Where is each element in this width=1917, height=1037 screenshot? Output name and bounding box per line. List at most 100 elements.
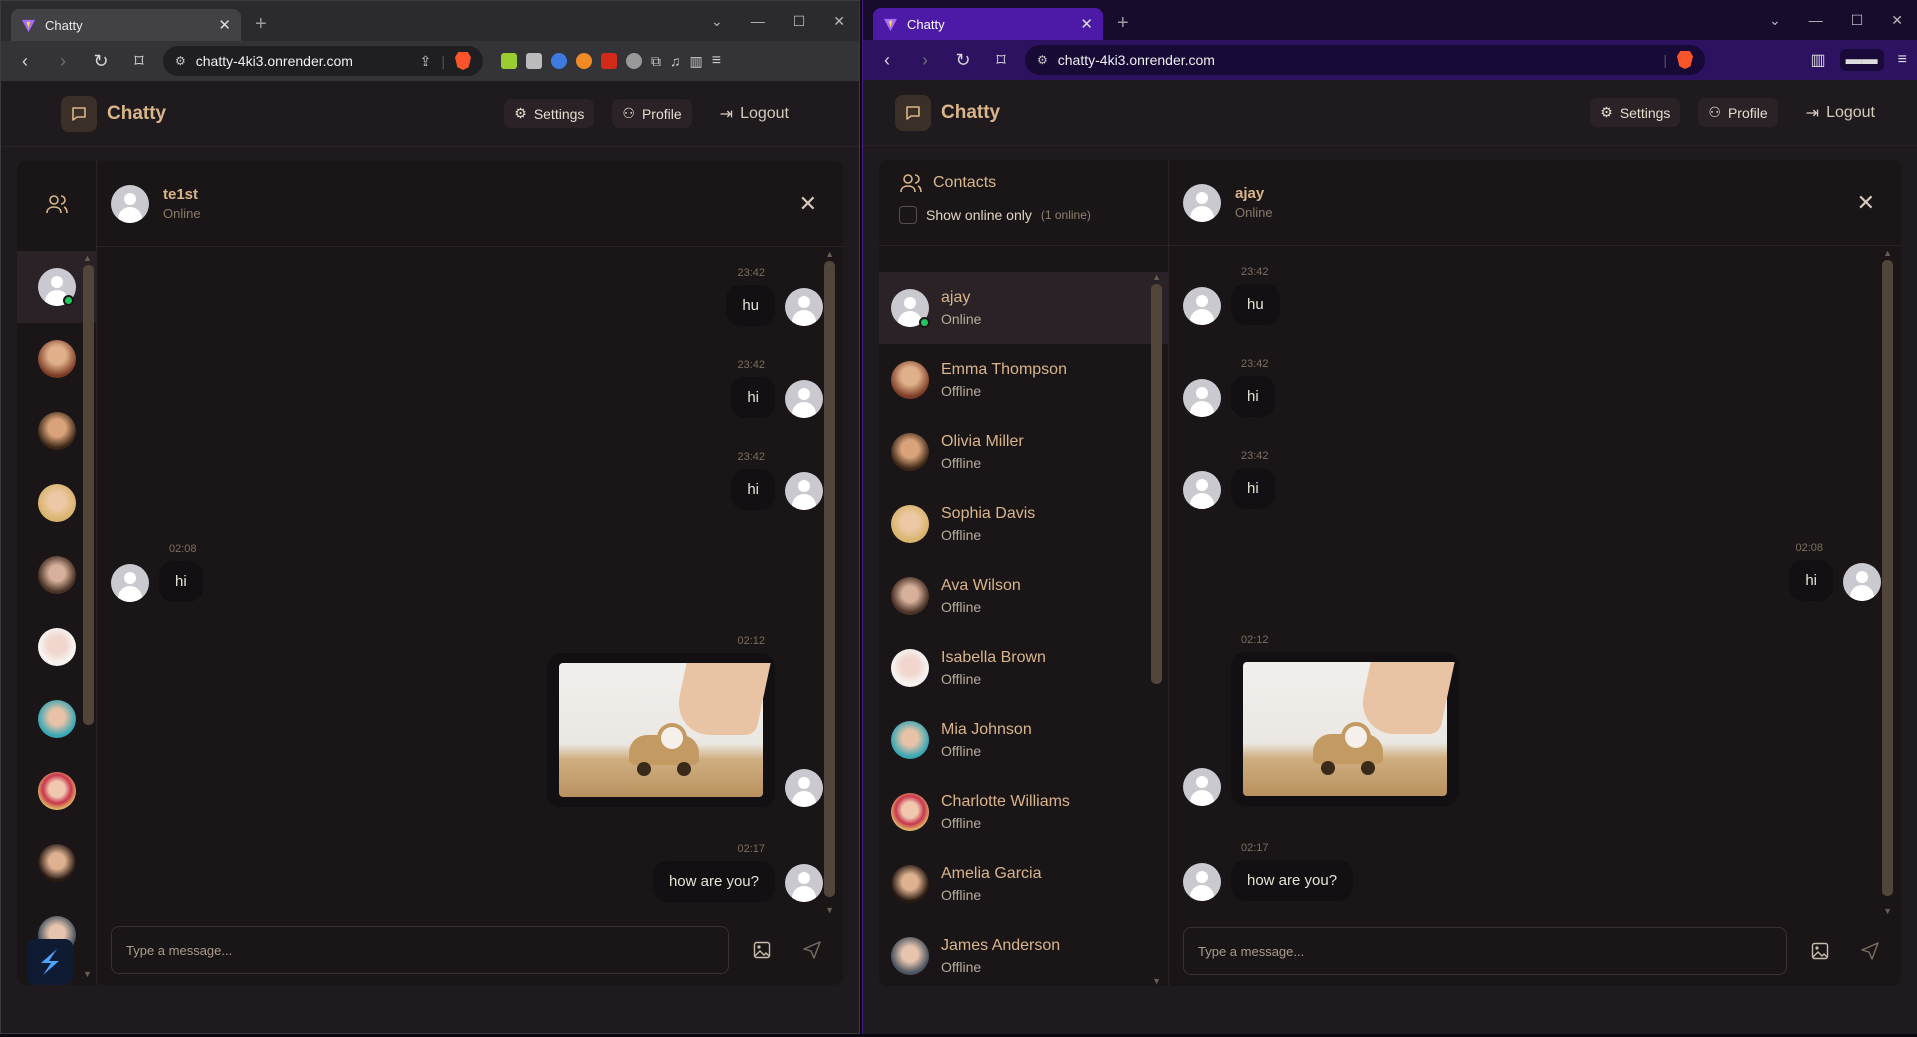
contact-status: Offline (941, 743, 982, 759)
browser-tab[interactable]: Chatty ✕ (11, 9, 241, 41)
close-tab-icon[interactable]: ✕ (218, 16, 231, 34)
site-info-icon[interactable]: ⚙ (175, 54, 186, 68)
image-upload-icon[interactable] (745, 933, 779, 967)
scroll-up-icon[interactable]: ▲ (83, 253, 92, 263)
message-composer (97, 915, 843, 985)
message-time: 02:17 (1241, 842, 1269, 854)
image-upload-icon[interactable] (1803, 934, 1837, 968)
tab-title: Chatty (45, 17, 83, 33)
forward-icon[interactable]: › (49, 47, 77, 75)
contact-item[interactable]: Amelia Garcia Offline (879, 848, 1168, 920)
message: 23:42 hi (1183, 450, 1275, 509)
chat-header: te1st Online ✕ (97, 161, 843, 247)
new-tab-icon[interactable]: + (1117, 12, 1129, 35)
message-input[interactable] (1183, 927, 1787, 975)
site-info-icon[interactable]: ⚙ (1037, 53, 1048, 67)
scrollbar[interactable] (824, 261, 835, 897)
extension-icon[interactable] (501, 53, 517, 69)
toy-car-image[interactable] (1243, 662, 1455, 796)
tab-search-icon[interactable]: ⌄ (711, 13, 723, 30)
puzzle-icon[interactable]: ⧉ (651, 53, 661, 70)
bookmark-icon[interactable]: ⌑ (987, 46, 1015, 74)
profile-button[interactable]: ⚇ Profile (1698, 98, 1778, 127)
scroll-down-icon[interactable]: ▼ (1152, 976, 1161, 986)
settings-button[interactable]: ⚙ Settings (1590, 98, 1681, 127)
contact-item[interactable]: Isabella Brown Offline (879, 632, 1168, 704)
back-icon[interactable]: ‹ (873, 46, 901, 74)
online-only-checkbox[interactable] (899, 206, 917, 224)
extension-icon[interactable] (551, 53, 567, 69)
contact-item[interactable]: Sophia Davis Offline (879, 488, 1168, 560)
scrollbar[interactable] (1882, 260, 1893, 896)
avatar (785, 288, 823, 326)
maximize-icon[interactable]: ☐ (1851, 12, 1864, 29)
back-icon[interactable]: ‹ (11, 47, 39, 75)
send-icon[interactable] (795, 933, 829, 967)
tab-search-icon[interactable]: ⌄ (1769, 12, 1781, 29)
message-input[interactable] (111, 926, 729, 974)
url-field[interactable]: ⚙ chatty-4ki3.onrender.com ⇪ | (163, 46, 483, 76)
contact-avatar[interactable] (17, 827, 97, 899)
brave-shields-icon[interactable] (455, 52, 471, 70)
profile-button[interactable]: ⚇ Profile (612, 99, 692, 128)
contact-status: Offline (941, 527, 982, 543)
contact-item[interactable]: Emma Thompson Offline (879, 344, 1168, 416)
minimize-icon[interactable]: — (751, 13, 765, 29)
maximize-icon[interactable]: ☐ (793, 13, 806, 30)
contact-item[interactable]: Olivia Miller Offline (879, 416, 1168, 488)
send-icon[interactable] (1853, 934, 1887, 968)
scroll-up-icon[interactable]: ▲ (825, 249, 834, 259)
app-launcher-icon[interactable] (27, 939, 73, 985)
reload-icon[interactable]: ↻ (949, 46, 977, 74)
contact-item[interactable]: Charlotte Williams Offline (879, 776, 1168, 848)
bookmark-icon[interactable]: ⌑ (125, 47, 153, 75)
brave-shields-icon[interactable] (1677, 51, 1693, 69)
contact-item[interactable]: Mia Johnson Offline (879, 704, 1168, 776)
contact-item[interactable]: James Anderson Offline (879, 920, 1168, 978)
logout-button[interactable]: ⇥ Logout (1796, 97, 1885, 129)
contact-list: ajay Online Emma Thompson Offline Olivia M… (879, 272, 1168, 978)
extension-icon[interactable] (526, 53, 542, 69)
pdf-extension-icon[interactable] (601, 53, 617, 69)
url-field[interactable]: ⚙ chatty-4ki3.onrender.com | (1025, 45, 1705, 75)
toy-car-image[interactable] (559, 663, 771, 797)
close-tab-icon[interactable]: ✕ (1080, 15, 1093, 33)
contact-avatar[interactable] (17, 755, 97, 827)
settings-button[interactable]: ⚙ Settings (504, 99, 595, 128)
scrollbar[interactable] (83, 265, 94, 725)
extension-icon[interactable] (576, 53, 592, 69)
extension-icon[interactable] (626, 53, 642, 69)
chatty-app: Chatty ⚙ Settings ⚇ Profile ⇥ Logout ▲ ▼… (1, 81, 859, 1033)
menu-icon[interactable]: ≡ (712, 52, 721, 70)
avatar (38, 772, 76, 810)
close-chat-icon[interactable]: ✕ (1857, 190, 1875, 216)
minimize-icon[interactable]: — (1809, 12, 1823, 28)
reload-icon[interactable]: ↻ (87, 47, 115, 75)
avatar (1183, 287, 1221, 325)
contact-item[interactable]: ajay Online (879, 272, 1168, 344)
scroll-down-icon[interactable]: ▼ (83, 969, 92, 979)
share-icon[interactable]: ⇪ (420, 53, 432, 70)
scroll-down-icon[interactable]: ▼ (1883, 906, 1892, 916)
logout-button[interactable]: ⇥ Logout (710, 98, 799, 130)
scroll-down-icon[interactable]: ▼ (825, 905, 834, 915)
close-window-icon[interactable]: ✕ (1891, 12, 1903, 29)
contacts-header: Contacts Show online only (1 online) (879, 160, 1168, 246)
contact-item[interactable]: Ava Wilson Offline (879, 560, 1168, 632)
scroll-up-icon[interactable]: ▲ (1883, 248, 1892, 258)
chat-contact-status: Online (163, 206, 201, 221)
browser-tab[interactable]: Chatty ✕ (873, 8, 1103, 40)
sidebar-icon[interactable]: ▥ (690, 53, 703, 70)
close-window-icon[interactable]: ✕ (833, 13, 845, 30)
scrollbar[interactable] (1151, 284, 1162, 684)
forward-icon[interactable]: › (911, 46, 939, 74)
close-chat-icon[interactable]: ✕ (799, 191, 817, 217)
contact-name: Emma Thompson (941, 361, 1067, 378)
contacts-icon[interactable] (17, 161, 96, 247)
scroll-up-icon[interactable]: ▲ (1152, 272, 1161, 282)
media-icon[interactable]: ♫ (670, 53, 681, 69)
menu-icon[interactable]: ≡ (1898, 51, 1907, 69)
new-tab-icon[interactable]: + (255, 13, 267, 36)
sidebar-icon[interactable]: ▥ (1811, 50, 1826, 70)
private-window-icon[interactable]: ▬▬ (1839, 49, 1884, 71)
